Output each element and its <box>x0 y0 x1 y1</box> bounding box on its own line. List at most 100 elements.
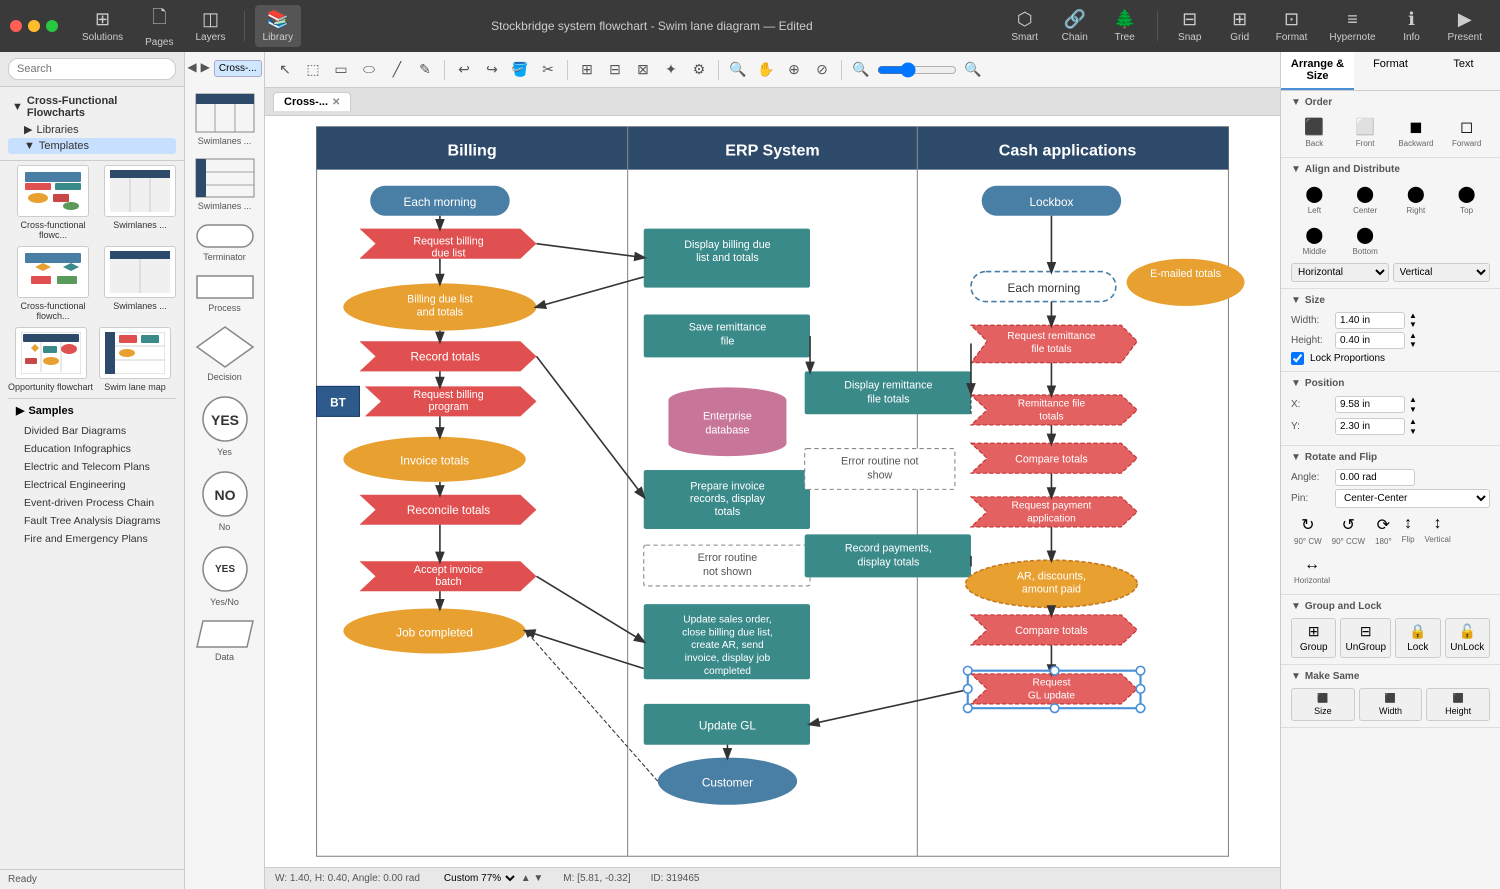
erp-prepare2[interactable]: records, display <box>690 493 766 505</box>
make-same-size-btn[interactable]: ⬛ Size <box>1291 688 1355 721</box>
erp-update2[interactable]: close billing due list, <box>682 627 773 638</box>
cash-rem-totals2[interactable]: totals <box>1039 412 1063 423</box>
flip-horizontal-btn[interactable]: ↔ Horizontal <box>1291 553 1333 588</box>
front-btn[interactable]: ⬜ Front <box>1342 114 1389 151</box>
samples-header[interactable]: ▶ Samples <box>8 399 176 422</box>
billing-due-list2[interactable]: and totals <box>417 307 463 319</box>
erp-update3[interactable]: create AR, send <box>691 640 764 651</box>
align-left-btn[interactable]: ⬤ Left <box>1291 181 1338 218</box>
cash-ar[interactable]: AR, discounts, <box>1017 570 1086 582</box>
erp-display[interactable]: Display billing due <box>684 239 770 251</box>
eraser-btn[interactable]: ⚙ <box>687 58 711 82</box>
breadcrumb-tab[interactable]: Cross-... <box>214 60 262 77</box>
connect-tool-btn[interactable]: ⊞ <box>575 58 599 82</box>
billing-accept[interactable]: Accept invoice <box>414 564 483 576</box>
x-down-btn[interactable]: ▼ <box>1409 405 1417 414</box>
erp-save2[interactable]: file <box>721 336 735 348</box>
template-cross-functional-1[interactable]: Cross-functional flowc... <box>8 165 98 240</box>
shape-yes[interactable]: YES Yes <box>200 394 250 457</box>
hypernote-btn[interactable]: ≡ Hypernote <box>1321 5 1383 47</box>
select-tool-btn[interactable]: ↖ <box>273 58 297 82</box>
back-btn[interactable]: ⬛ Back <box>1291 114 1338 151</box>
line-tool-btn[interactable]: ╱ <box>385 58 409 82</box>
billing-accept2[interactable]: batch <box>435 576 461 588</box>
billing-job-completed[interactable]: Job completed <box>396 625 473 639</box>
cash-compare2[interactable]: Compare totals <box>1015 625 1088 637</box>
billing-reconcile[interactable]: Reconcile totals <box>407 503 490 517</box>
erp-prepare[interactable]: Prepare invoice <box>690 480 765 492</box>
erp-customer[interactable]: Customer <box>702 776 753 790</box>
zoom-stepper-up[interactable]: ▲ <box>521 873 531 884</box>
make-same-width-btn[interactable]: ⬛ Width <box>1359 688 1423 721</box>
group-btn[interactable]: ⊞ Group <box>1291 618 1336 658</box>
pen-tool-btn[interactable]: ✎ <box>413 58 437 82</box>
lock-proportions-checkbox[interactable] <box>1291 352 1304 365</box>
ungroup-btn[interactable]: ⊟ UnGroup <box>1340 618 1391 658</box>
nav-back-btn[interactable]: ◀ <box>187 60 196 77</box>
cash-rem-totals[interactable]: Remittance file <box>1018 399 1086 410</box>
template-opportunity[interactable]: Opportunity flowchart <box>8 327 93 392</box>
erp-database2[interactable]: database <box>705 425 749 437</box>
align-center-btn[interactable]: ⬤ Center <box>1342 181 1389 218</box>
zoom-select[interactable]: Custom 77% 50% 75% 100% 150% <box>440 872 518 885</box>
cash-ar2[interactable]: amount paid <box>1022 583 1081 595</box>
billing-request[interactable]: Request billing <box>413 236 483 248</box>
format-btn[interactable]: ⊡ Format <box>1268 5 1316 47</box>
lock-btn[interactable]: 🔒 Lock <box>1395 618 1440 658</box>
cash-req-rem2[interactable]: file totals <box>1031 344 1071 355</box>
width-up-btn[interactable]: ▲ <box>1409 312 1417 320</box>
forward-btn[interactable]: ◻ Forward <box>1443 114 1490 151</box>
sample-event-driven[interactable]: Event-driven Process Chain <box>8 494 176 512</box>
cash-req-gl[interactable]: Request <box>1032 678 1070 689</box>
horizontal-distribute-select[interactable]: Horizontal <box>1291 263 1389 282</box>
nav-forward-btn[interactable]: ▶ <box>201 60 210 77</box>
library-btn[interactable]: 📚 Library <box>255 5 302 47</box>
zoom-in-btn[interactable]: 🔍 <box>726 58 750 82</box>
template-swimlanes-2[interactable]: Swimlanes ... <box>104 246 176 321</box>
height-input[interactable] <box>1335 332 1405 349</box>
align-top-btn[interactable]: ⬤ Top <box>1443 181 1490 218</box>
rotate-180-btn[interactable]: ⟳ 180° <box>1372 512 1395 549</box>
flip-btn[interactable]: ↕ Flip <box>1399 512 1418 549</box>
erp-database[interactable]: Enterprise <box>703 411 752 423</box>
area-select-btn[interactable]: ⬚ <box>301 58 325 82</box>
minimize-window-btn[interactable] <box>28 20 40 32</box>
hand-tool-btn[interactable]: ↩ <box>452 58 476 82</box>
template-cross-functional-2[interactable]: Cross-functional flowch... <box>8 246 98 321</box>
rotate-90cw-btn[interactable]: ↻ 90° CW <box>1291 512 1325 549</box>
template-swimlanes-1[interactable]: Swimlanes ... <box>104 165 176 240</box>
erp-update-gl[interactable]: Update GL <box>699 719 756 733</box>
pan-btn[interactable]: ✋ <box>754 58 778 82</box>
unlock-btn[interactable]: 🔓 UnLock <box>1445 618 1490 658</box>
lasso-btn[interactable]: ⊕ <box>782 58 806 82</box>
shape-terminator[interactable]: Terminator <box>195 223 255 262</box>
billing-request2[interactable]: due list <box>432 248 466 260</box>
table-tool-btn[interactable]: ⊠ <box>631 58 655 82</box>
info-btn[interactable]: ℹ Info <box>1390 5 1434 47</box>
backward-btn[interactable]: ◼ Backward <box>1393 114 1440 151</box>
zoom-slider[interactable] <box>877 62 957 78</box>
billing-each-morning[interactable]: Each morning <box>404 195 477 209</box>
shape-data[interactable]: Data <box>195 619 255 662</box>
tree-cross-functional[interactable]: ▼ Cross-Functional Flowcharts <box>8 93 176 121</box>
link-tool-btn[interactable]: ⊟ <box>603 58 627 82</box>
cash-record-pay2[interactable]: display totals <box>857 557 919 569</box>
billing-record-totals[interactable]: Record totals <box>411 350 481 364</box>
height-down-btn[interactable]: ▼ <box>1409 341 1417 349</box>
align-middle-btn[interactable]: ⬤ Middle <box>1291 222 1338 259</box>
canvas-tab-cross[interactable]: Cross-... ✕ <box>273 92 351 111</box>
tree-templates[interactable]: ▼ Templates <box>8 138 176 154</box>
align-bottom-btn[interactable]: ⬤ Bottom <box>1342 222 1389 259</box>
rect-tool-btn[interactable]: ▭ <box>329 58 353 82</box>
y-input[interactable] <box>1335 418 1405 435</box>
layers-btn[interactable]: ◫ Layers <box>188 5 234 47</box>
snap-btn[interactable]: ⊟ Snap <box>1168 5 1212 47</box>
tab-arrange-size[interactable]: Arrange & Size <box>1281 52 1354 90</box>
canvas[interactable]: Billing ERP System Cash applications Eac… <box>265 116 1280 867</box>
tab-text[interactable]: Text <box>1427 52 1500 90</box>
billing-invoice-totals[interactable]: Invoice totals <box>400 454 469 468</box>
sample-electric-telecom[interactable]: Electric and Telecom Plans <box>8 458 176 476</box>
shape-no[interactable]: NO No <box>200 469 250 532</box>
shape-swimlanes-1[interactable]: Swimlanes ... <box>195 93 255 146</box>
zoom-out-small-btn[interactable]: 🔍 <box>849 58 873 82</box>
